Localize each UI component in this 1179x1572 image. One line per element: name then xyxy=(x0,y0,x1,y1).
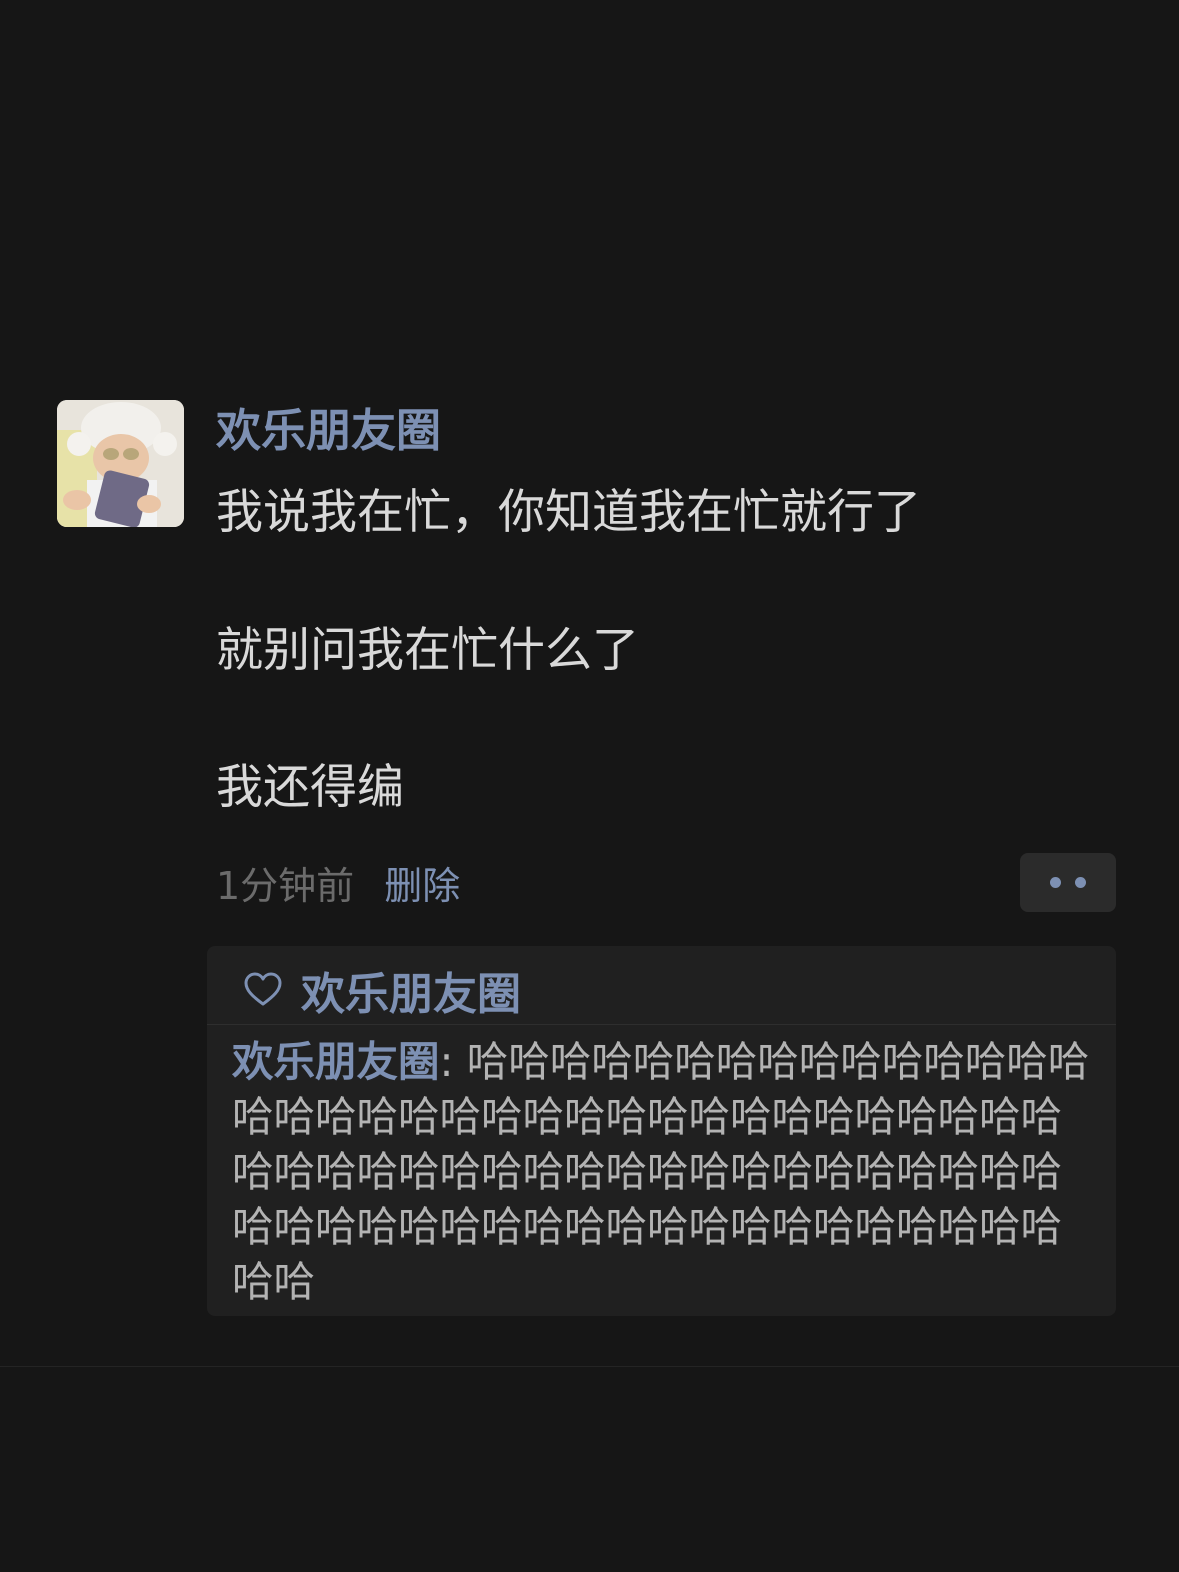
comment-author[interactable]: 欢乐朋友圈 xyxy=(232,1037,440,1086)
post-timestamp: 1分钟前 xyxy=(216,863,355,908)
interactions-panel: 欢乐朋友圈 欢乐朋友圈: 哈哈哈哈哈哈哈哈哈哈哈哈哈哈哈哈哈哈哈哈哈哈哈哈哈哈哈… xyxy=(207,946,1116,1316)
more-dot-icon xyxy=(1050,877,1061,888)
avatar-photo xyxy=(57,400,184,527)
more-dot-icon xyxy=(1075,877,1086,888)
like-user-name[interactable]: 欢乐朋友圈 xyxy=(301,958,521,1022)
heart-icon xyxy=(244,972,282,1006)
post-author-name[interactable]: 欢乐朋友圈 xyxy=(216,400,441,462)
likes-divider xyxy=(207,1024,1116,1025)
post-text-line-3: 我还得编 xyxy=(216,760,404,815)
comment-item[interactable]: 欢乐朋友圈: 哈哈哈哈哈哈哈哈哈哈哈哈哈哈哈哈哈哈哈哈哈哈哈哈哈哈哈哈哈哈哈哈哈… xyxy=(232,1034,1102,1309)
avatar[interactable] xyxy=(57,400,184,527)
post-text-line-1: 我说我在忙，你知道我在忙就行了 xyxy=(216,485,921,540)
moments-post-page: 欢乐朋友圈 我说我在忙，你知道我在忙就行了 就别问我在忙什么了 我还得编 1分钟… xyxy=(0,0,1179,1572)
more-actions-button[interactable] xyxy=(1020,853,1116,912)
comment-separator: : xyxy=(439,1037,467,1086)
post-bottom-divider xyxy=(0,1366,1179,1367)
delete-button[interactable]: 删除 xyxy=(384,855,460,910)
post-text-line-2: 就别问我在忙什么了 xyxy=(216,623,639,678)
post-meta-row: 1分钟前 删除 xyxy=(216,852,460,912)
likes-row: 欢乐朋友圈 xyxy=(243,958,521,1022)
